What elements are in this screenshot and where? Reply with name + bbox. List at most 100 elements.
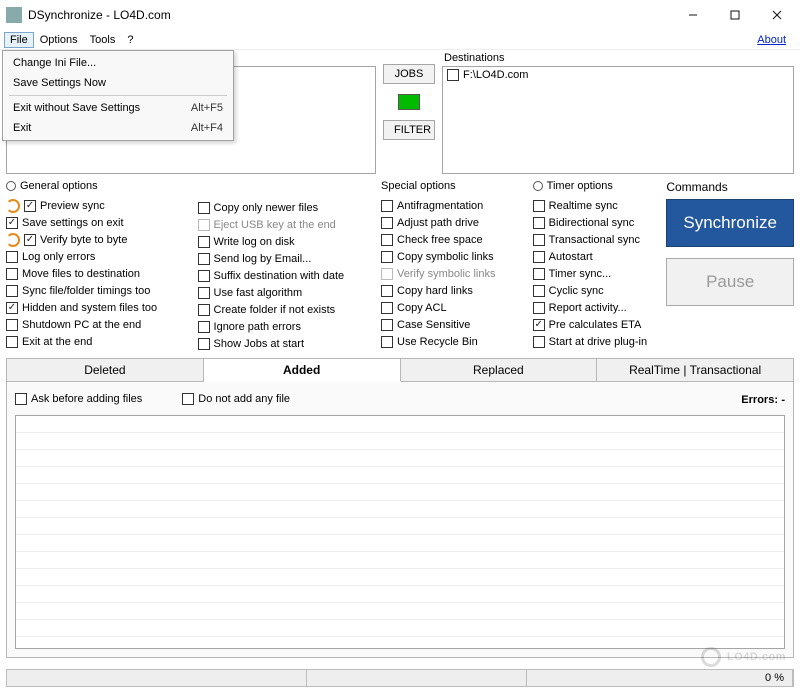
tab-replaced[interactable]: Replaced	[401, 358, 598, 382]
checkbox[interactable]	[198, 304, 210, 316]
checkbox[interactable]	[6, 268, 18, 280]
checkbox[interactable]	[198, 202, 210, 214]
checkbox[interactable]	[533, 217, 545, 229]
timer-option-0[interactable]: Realtime sync	[533, 197, 663, 214]
checkbox[interactable]	[381, 217, 393, 229]
menu-options[interactable]: Options	[34, 32, 84, 48]
general-a-option-2[interactable]: Verify byte to byte	[6, 231, 194, 248]
timer-option-5[interactable]: Cyclic sync	[533, 282, 663, 299]
checkbox[interactable]	[6, 302, 18, 314]
tab-deleted[interactable]: Deleted	[6, 358, 204, 382]
checkbox[interactable]	[533, 336, 545, 348]
checkbox[interactable]	[533, 285, 545, 297]
general-a-option-1[interactable]: Save settings on exit	[6, 214, 194, 231]
general-a-option-7[interactable]: Shutdown PC at the end	[6, 316, 194, 333]
timer-option-6[interactable]: Report activity...	[533, 299, 663, 316]
menu-change-ini[interactable]: Change Ini File...	[5, 53, 231, 73]
checkbox[interactable]	[533, 268, 545, 280]
special-option-3[interactable]: Copy symbolic links	[381, 248, 529, 265]
general-a-option-4[interactable]: Move files to destination	[6, 265, 194, 282]
timer-option-1[interactable]: Bidirectional sync	[533, 214, 663, 231]
do-not-add-checkbox[interactable]: Do not add any file	[182, 390, 290, 407]
timer-option-8[interactable]: Start at drive plug-in	[533, 333, 663, 350]
checkbox[interactable]	[198, 270, 210, 282]
checkbox[interactable]	[381, 251, 393, 263]
general-b-option-0[interactable]: Copy only newer files	[198, 199, 378, 216]
timer-option-3[interactable]: Autostart	[533, 248, 663, 265]
maximize-button[interactable]	[714, 1, 756, 29]
checkbox[interactable]	[6, 319, 18, 331]
destination-item[interactable]: F:\LO4D.com	[445, 69, 791, 81]
menu-help[interactable]: ?	[121, 32, 139, 48]
checkbox-label: Start at drive plug-in	[549, 336, 647, 348]
checkbox[interactable]	[198, 321, 210, 333]
special-option-7[interactable]: Case Sensitive	[381, 316, 529, 333]
checkbox[interactable]	[24, 200, 36, 212]
checkbox[interactable]	[381, 336, 393, 348]
checkbox[interactable]	[381, 200, 393, 212]
checkbox[interactable]	[6, 285, 18, 297]
about-link[interactable]: About	[757, 34, 786, 46]
minimize-button[interactable]	[672, 1, 714, 29]
general-b-option-4[interactable]: Suffix destination with date	[198, 267, 378, 284]
log-list[interactable]	[15, 415, 785, 649]
close-button[interactable]	[756, 1, 798, 29]
timer-radio[interactable]	[533, 181, 543, 191]
checkbox[interactable]	[533, 234, 545, 246]
menu-exit[interactable]: ExitAlt+F4	[5, 118, 231, 138]
synchronize-button[interactable]: Synchronize	[666, 199, 794, 247]
special-option-5[interactable]: Copy hard links	[381, 282, 529, 299]
timer-option-7[interactable]: Pre calculates ETA	[533, 316, 663, 333]
timer-option-2[interactable]: Transactional sync	[533, 231, 663, 248]
menu-save-settings-now[interactable]: Save Settings Now	[5, 73, 231, 93]
timer-option-4[interactable]: Timer sync...	[533, 265, 663, 282]
destination-checkbox[interactable]	[447, 69, 459, 81]
destinations-list[interactable]: F:\LO4D.com	[442, 66, 794, 174]
general-a-option-5[interactable]: Sync file/folder timings too	[6, 282, 194, 299]
general-b-option-3[interactable]: Send log by Email...	[198, 250, 378, 267]
checkbox[interactable]	[533, 200, 545, 212]
general-b-option-7[interactable]: Ignore path errors	[198, 318, 378, 335]
file-menu-dropdown: Change Ini File... Save Settings Now Exi…	[2, 50, 234, 141]
general-b-option-2[interactable]: Write log on disk	[198, 233, 378, 250]
special-option-2[interactable]: Check free space	[381, 231, 529, 248]
checkbox[interactable]	[533, 319, 545, 331]
checkbox[interactable]	[381, 234, 393, 246]
checkbox[interactable]	[198, 236, 210, 248]
special-option-1[interactable]: Adjust path drive	[381, 214, 529, 231]
checkbox[interactable]	[381, 302, 393, 314]
checkbox[interactable]	[381, 285, 393, 297]
checkbox[interactable]	[6, 251, 18, 263]
general-a-option-6[interactable]: Hidden and system files too	[6, 299, 194, 316]
watermark-icon	[701, 647, 721, 667]
filter-button[interactable]: FILTER	[383, 120, 435, 140]
checkbox[interactable]	[533, 251, 545, 263]
general-a-option-0[interactable]: Preview sync	[6, 197, 194, 214]
general-a-option-3[interactable]: Log only errors	[6, 248, 194, 265]
checkbox[interactable]	[198, 253, 210, 265]
ask-before-adding-checkbox[interactable]: Ask before adding files	[15, 390, 142, 407]
checkbox[interactable]	[533, 302, 545, 314]
special-option-6[interactable]: Copy ACL	[381, 299, 529, 316]
options-panel: General options Preview syncSave setting…	[0, 178, 800, 352]
tab-added[interactable]: Added	[204, 358, 401, 382]
tab-realtime[interactable]: RealTime | Transactional	[597, 358, 794, 382]
general-b-option-8[interactable]: Show Jobs at start	[198, 335, 378, 352]
special-option-8[interactable]: Use Recycle Bin	[381, 333, 529, 350]
jobs-button[interactable]: JOBS	[383, 64, 435, 84]
checkbox[interactable]	[198, 338, 210, 350]
general-a-option-8[interactable]: Exit at the end	[6, 333, 194, 350]
general-b-option-5[interactable]: Use fast algorithm	[198, 284, 378, 301]
general-b-option-6[interactable]: Create folder if not exists	[198, 301, 378, 318]
checkbox[interactable]	[381, 319, 393, 331]
menu-exit-without-save[interactable]: Exit without Save SettingsAlt+F5	[5, 98, 231, 118]
checkbox[interactable]	[24, 234, 36, 246]
special-option-0[interactable]: Antifragmentation	[381, 197, 529, 214]
checkbox[interactable]	[6, 217, 18, 229]
checkbox[interactable]	[198, 287, 210, 299]
general-radio[interactable]	[6, 181, 16, 191]
menu-file[interactable]: File	[4, 32, 34, 48]
checkbox[interactable]	[6, 336, 18, 348]
menu-tools[interactable]: Tools	[84, 32, 122, 48]
pause-button[interactable]: Pause	[666, 258, 794, 306]
